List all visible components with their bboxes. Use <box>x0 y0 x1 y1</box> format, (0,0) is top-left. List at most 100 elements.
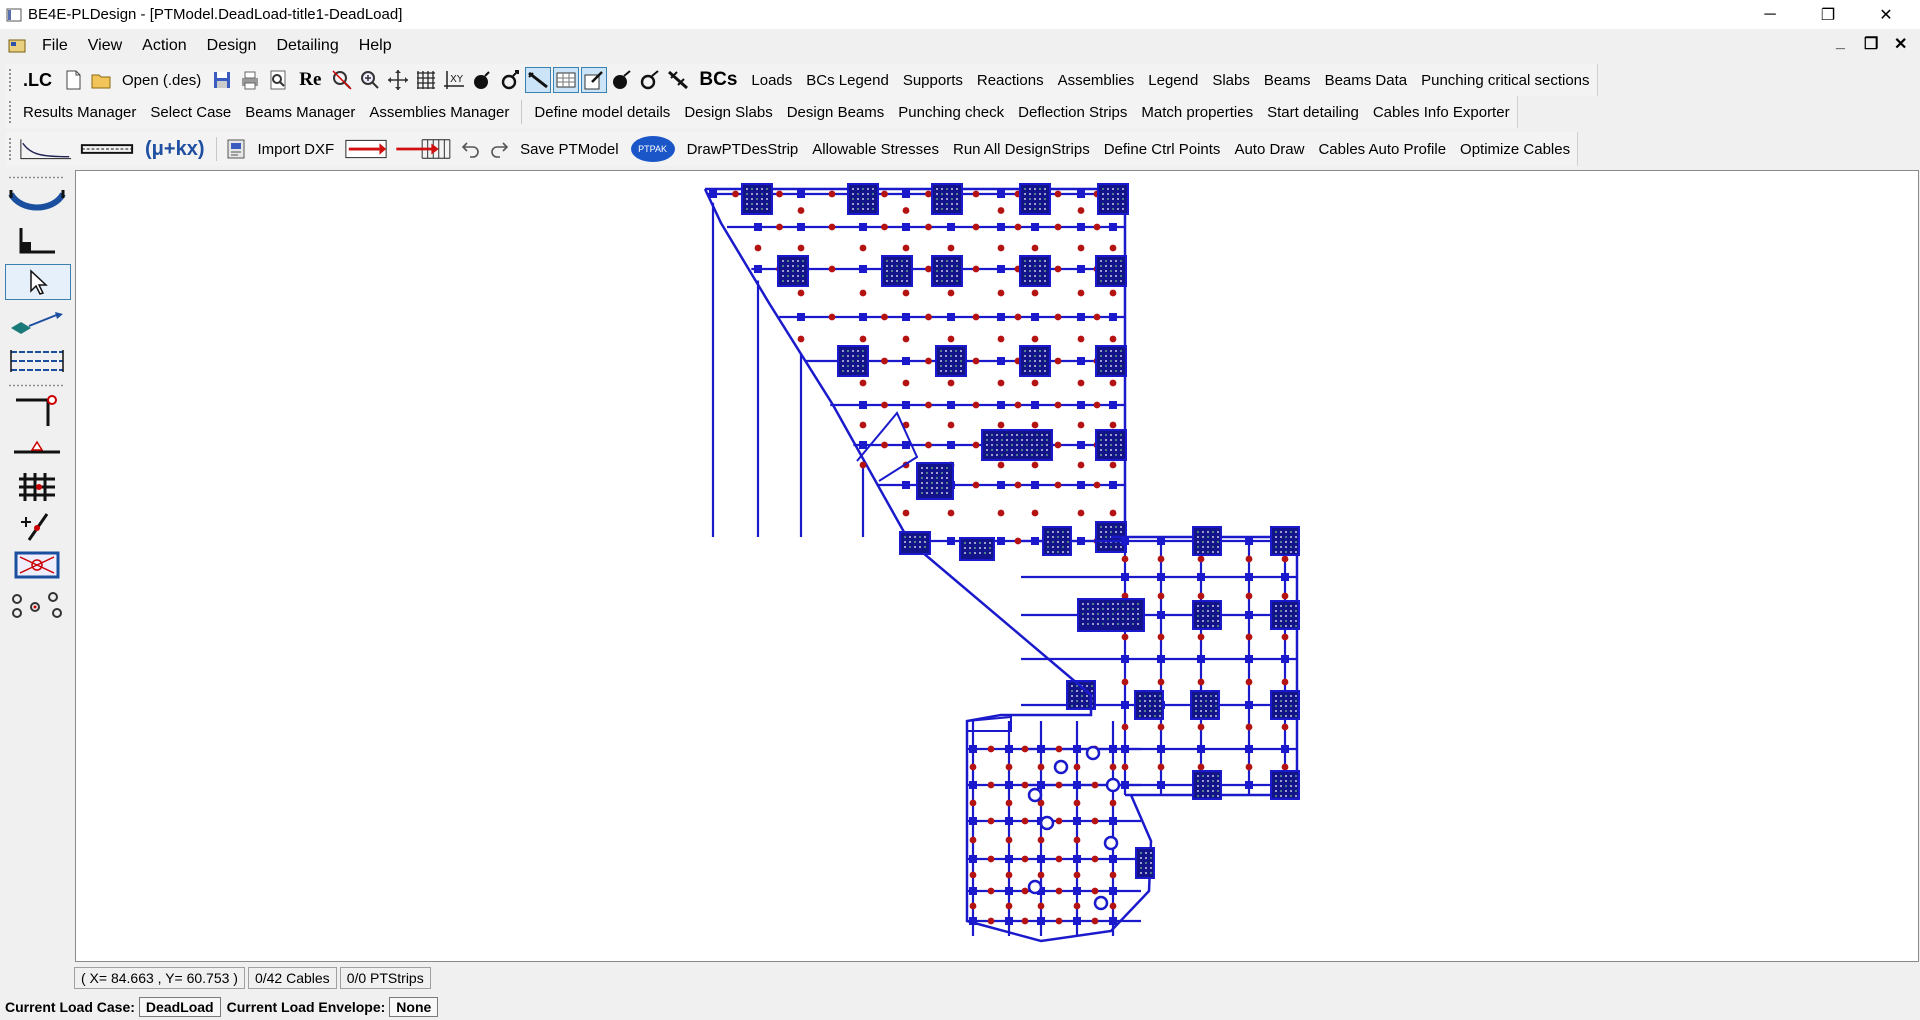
print-icon[interactable] <box>237 67 263 93</box>
legend-button[interactable]: Legend <box>1141 72 1205 89</box>
run-all-design-strips-button[interactable]: Run All DesignStrips <box>946 141 1097 158</box>
auto-draw-button[interactable]: Auto Draw <box>1227 141 1311 158</box>
import-dxf-icon[interactable] <box>223 136 249 162</box>
optimize-cables-button[interactable]: Optimize Cables <box>1453 141 1577 158</box>
slabs-button[interactable]: Slabs <box>1205 72 1257 89</box>
menu-view[interactable]: View <box>78 37 132 55</box>
new-file-icon[interactable] <box>60 67 86 93</box>
cable-line-icon[interactable] <box>525 67 552 93</box>
deflection-strips-button[interactable]: Deflection Strips <box>1011 104 1134 121</box>
regenerate-button[interactable]: Re <box>292 69 328 91</box>
menu-file[interactable]: File <box>32 37 78 55</box>
bomb-filled-icon[interactable] <box>609 67 635 93</box>
floor-plan-drawing[interactable] <box>76 171 1918 961</box>
column-dot <box>1280 790 1282 792</box>
mdi-restore-button[interactable]: ❐ <box>1864 34 1878 54</box>
beams-data-button[interactable]: Beams Data <box>1318 72 1415 89</box>
zoom-extents-icon[interactable] <box>329 67 355 93</box>
nodes-icon[interactable] <box>5 588 69 622</box>
slab-node-icon[interactable] <box>5 304 69 338</box>
import-dxf-button[interactable]: Import DXF <box>250 141 341 158</box>
print-preview-icon[interactable] <box>265 67 291 93</box>
zoom-in-icon[interactable] <box>357 67 383 93</box>
grid-mesh-icon[interactable] <box>5 470 69 504</box>
define-ctrl-points-button[interactable]: Define Ctrl Points <box>1097 141 1228 158</box>
node-point <box>997 244 1005 252</box>
loads-button[interactable]: Loads <box>744 72 799 89</box>
load-case-value[interactable]: DeadLoad <box>138 997 221 1017</box>
grid-icon[interactable] <box>413 67 439 93</box>
redo-icon[interactable] <box>486 136 512 162</box>
menu-action[interactable]: Action <box>132 37 196 55</box>
load-envelope-value[interactable]: None <box>389 997 439 1017</box>
reactions-button[interactable]: Reactions <box>970 72 1051 89</box>
slab-edit-icon[interactable] <box>581 67 608 93</box>
bomb-icon[interactable] <box>469 67 495 93</box>
tendon-tool-icon[interactable] <box>665 67 691 93</box>
select-case-button[interactable]: Select Case <box>143 104 238 121</box>
red-arrow-grid-icon[interactable] <box>392 136 456 162</box>
ptpak-logo-icon[interactable]: PTPAK <box>627 136 679 162</box>
model-canvas[interactable] <box>75 170 1919 962</box>
menu-design[interactable]: Design <box>197 37 267 55</box>
strips-icon[interactable] <box>5 344 69 378</box>
assemblies-manager-button[interactable]: Assemblies Manager <box>362 104 516 121</box>
strip-icon[interactable] <box>77 136 137 162</box>
save-icon[interactable] <box>209 67 235 93</box>
punching-check-button[interactable]: Punching check <box>891 104 1011 121</box>
undo-icon[interactable] <box>458 136 484 162</box>
define-model-details-button[interactable]: Define model details <box>527 104 677 121</box>
toolbar-grip[interactable] <box>8 68 12 92</box>
column-tee-icon[interactable] <box>5 394 69 428</box>
design-beams-button[interactable]: Design Beams <box>780 104 892 121</box>
pointer-icon[interactable] <box>5 264 71 300</box>
beam-joint <box>1197 655 1205 663</box>
red-arrow-box-icon[interactable] <box>342 136 390 162</box>
restore-button[interactable]: ❐ <box>1800 0 1856 29</box>
close-button[interactable]: ✕ <box>1858 0 1914 29</box>
beams-manager-button[interactable]: Beams Manager <box>238 104 362 121</box>
cables-info-exporter-button[interactable]: Cables Info Exporter <box>1366 104 1517 121</box>
menu-help[interactable]: Help <box>349 37 402 55</box>
punching-critical-sections-button[interactable]: Punching critical sections <box>1414 72 1596 89</box>
supports-button[interactable]: Supports <box>896 72 970 89</box>
axis-corner-icon[interactable] <box>5 224 69 258</box>
box-cross-icon[interactable] <box>5 548 69 582</box>
support-icon[interactable] <box>5 430 69 464</box>
open-des-button[interactable]: Open (.des) <box>115 72 208 89</box>
point-edit-icon[interactable] <box>5 510 69 544</box>
beam-joint <box>859 313 867 321</box>
results-manager-button[interactable]: Results Manager <box>16 104 143 121</box>
cable-curve-icon[interactable] <box>5 184 69 218</box>
cable-profile-icon[interactable] <box>17 136 75 162</box>
draw-pt-des-strip-button[interactable]: DrawPTDesStrip <box>680 141 806 158</box>
beams-button[interactable]: Beams <box>1257 72 1318 89</box>
node-point <box>1005 871 1013 879</box>
menu-detailing[interactable]: Detailing <box>266 37 348 55</box>
save-ptmodel-button[interactable]: Save PTModel <box>513 141 625 158</box>
design-slabs-button[interactable]: Design Slabs <box>677 104 779 121</box>
toolbar-grip[interactable] <box>8 384 64 387</box>
assemblies-button[interactable]: Assemblies <box>1051 72 1142 89</box>
mdi-close-button[interactable]: ✕ <box>1894 34 1907 54</box>
allowable-stresses-button[interactable]: Allowable Stresses <box>805 141 946 158</box>
toolbar-grip[interactable] <box>8 100 12 124</box>
toolbar-grip[interactable] <box>8 176 64 179</box>
bcs-button[interactable]: BCs <box>692 69 744 91</box>
start-detailing-button[interactable]: Start detailing <box>1260 104 1366 121</box>
ring-arrow-icon[interactable] <box>497 67 523 93</box>
mdi-document-icon[interactable] <box>8 37 26 55</box>
open-folder-icon[interactable] <box>88 67 114 93</box>
ring-small-icon[interactable] <box>637 67 663 93</box>
mdi-minimize-button[interactable]: _ <box>1836 34 1845 52</box>
axes-labels-icon[interactable]: XY <box>441 67 467 93</box>
toolbar-grip[interactable] <box>8 137 12 161</box>
table-view-icon[interactable] <box>553 67 580 93</box>
bcs-legend-button[interactable]: BCs Legend <box>799 72 896 89</box>
match-properties-button[interactable]: Match properties <box>1134 104 1260 121</box>
load-case-button[interactable]: .LC <box>16 70 59 91</box>
minimize-button[interactable]: ─ <box>1742 0 1798 29</box>
friction-formula-button[interactable]: (μ+kx) <box>138 138 211 161</box>
pan-icon[interactable] <box>385 67 411 93</box>
cables-auto-profile-button[interactable]: Cables Auto Profile <box>1311 141 1453 158</box>
